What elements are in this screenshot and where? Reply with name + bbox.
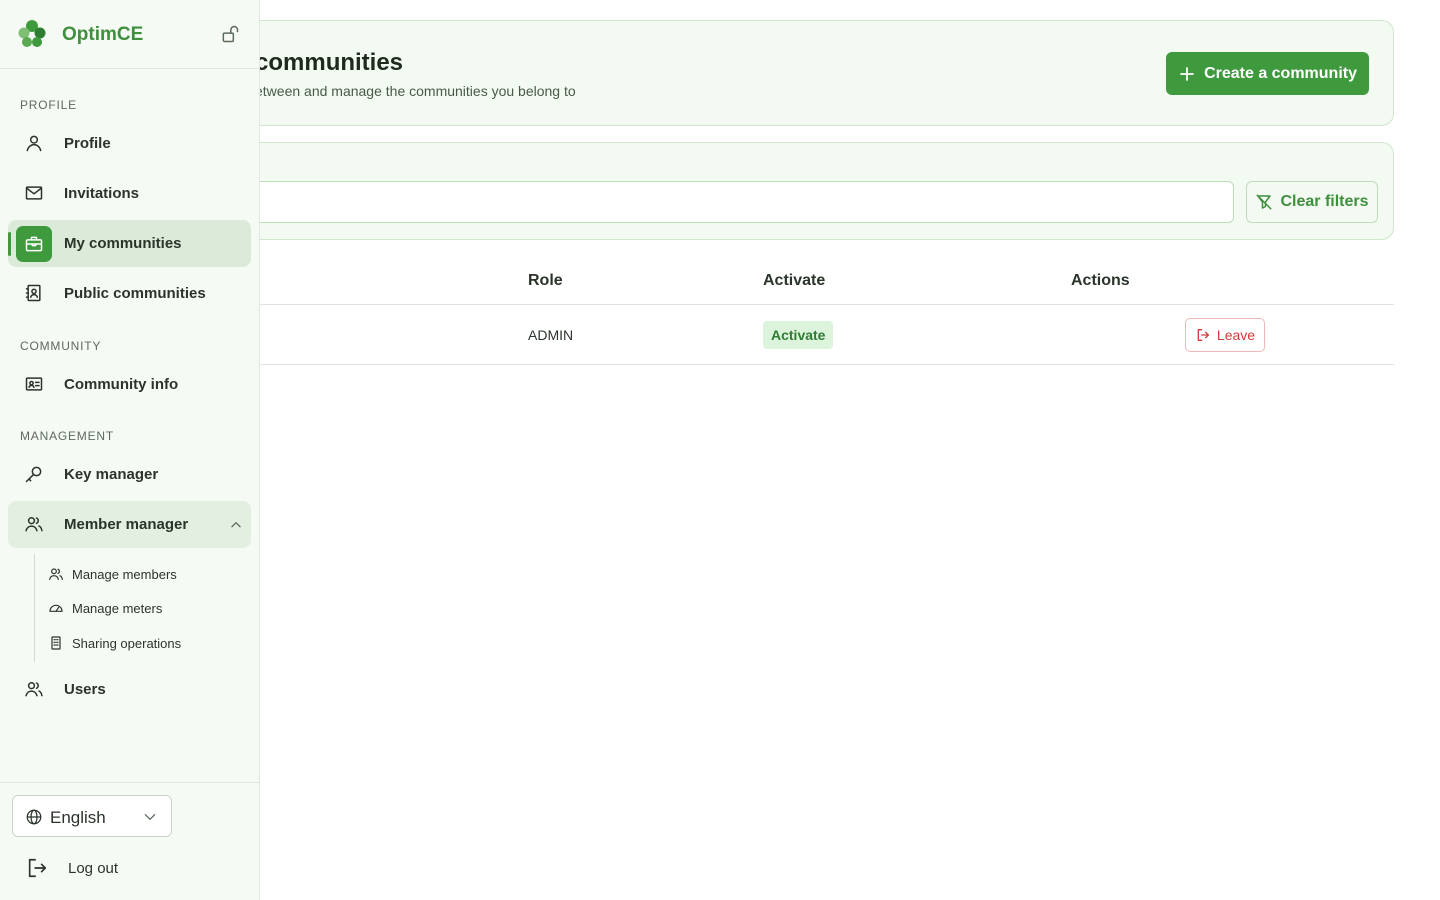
mail-icon [24,183,44,203]
clear-filters-label: Clear filters [1280,193,1369,210]
sidebar-item-label: Member manager [64,516,189,533]
globe-icon [25,808,43,826]
search-input[interactable] [217,181,1234,223]
language-select-value: English [50,808,106,827]
id-card-icon [24,374,44,394]
gauge-icon [48,600,64,616]
logout-icon [1195,327,1211,343]
create-community-button[interactable]: Create a community [1166,52,1369,95]
active-indicator [8,232,11,256]
sidebar-item-label: Key manager [64,466,159,483]
submenu-item-manage-meters[interactable]: Manage meters [46,593,246,623]
users-icon [24,679,44,699]
create-community-label: Create a community [1204,64,1357,82]
sidebar-item-my-communities[interactable]: My communities [8,220,251,267]
sidebar: OptimCE PROFILE Profile Invitations My c… [0,0,260,900]
sidebar-item-label: My communities [64,235,182,252]
sidebar-item-profile[interactable]: Profile [8,120,251,167]
clover-logo-icon [16,18,48,50]
logout-label: Log out [68,860,119,877]
brand-header: OptimCE [0,0,259,69]
chevron-up-icon [229,518,243,532]
sidebar-item-key-manager[interactable]: Key manager [8,451,251,498]
submenu-item-label: Manage members [72,567,177,582]
submenu-item-label: Sharing operations [72,636,182,651]
sidebar-item-invitations[interactable]: Invitations [8,170,251,217]
filter-clear-icon [1255,193,1273,211]
role-cell: ADMIN [528,327,574,343]
activate-button[interactable]: Activate [763,321,834,349]
logout-button[interactable]: Log out [16,852,216,884]
submenu-item-sharing-operations[interactable]: Sharing operations [46,628,246,658]
sidebar-divider [0,782,259,783]
sidebar-item-community-info[interactable]: Community info [8,361,251,408]
logout-icon [26,857,48,879]
submenu-item-label: Manage meters [72,601,163,616]
sidebar-item-public-communities[interactable]: Public communities [8,270,251,317]
sidebar-item-label: Invitations [64,185,140,202]
section-label-management: MANAGEMENT [20,429,115,443]
page-subtitle: etween and manage the communities you be… [255,83,576,99]
key-icon [24,464,44,484]
page-title: communities [255,49,404,76]
chevron-down-icon [143,810,157,824]
sidebar-item-label: Users [64,681,106,698]
filter-card: Clear filters [200,142,1394,240]
language-select[interactable]: English [12,795,172,837]
page-header-card: communities etween and manage the commun… [200,20,1394,126]
briefcase-icon [16,226,52,262]
users-icon [24,514,44,534]
contact-book-icon [24,283,44,303]
users-icon [48,566,64,582]
submenu-item-manage-members[interactable]: Manage members [46,559,246,589]
table-row: ADMIN Activate Leave [200,305,1394,365]
submenu-line [34,554,35,662]
brand-name: OptimCE [62,24,144,45]
leave-button[interactable]: Leave [1185,318,1265,352]
unlock-icon[interactable] [220,24,240,44]
section-label-profile: PROFILE [20,98,77,112]
sidebar-item-label: Profile [64,135,111,152]
sidebar-item-member-manager[interactable]: Member manager [8,501,251,548]
section-label-community: COMMUNITY [20,339,102,353]
clear-filters-button[interactable]: Clear filters [1246,181,1378,223]
table-header: Role Activate Actions [200,256,1394,305]
leave-label: Leave [1216,327,1256,343]
column-header-actions: Actions [1071,272,1130,289]
plus-icon [1178,65,1196,83]
column-header-activate: Activate [763,272,826,289]
sidebar-item-label: Public communities [64,285,206,302]
sidebar-item-users[interactable]: Users [8,666,251,713]
user-icon [24,133,44,153]
column-header-role: Role [528,272,563,289]
sidebar-item-label: Community info [64,376,179,393]
building-icon [48,635,64,651]
